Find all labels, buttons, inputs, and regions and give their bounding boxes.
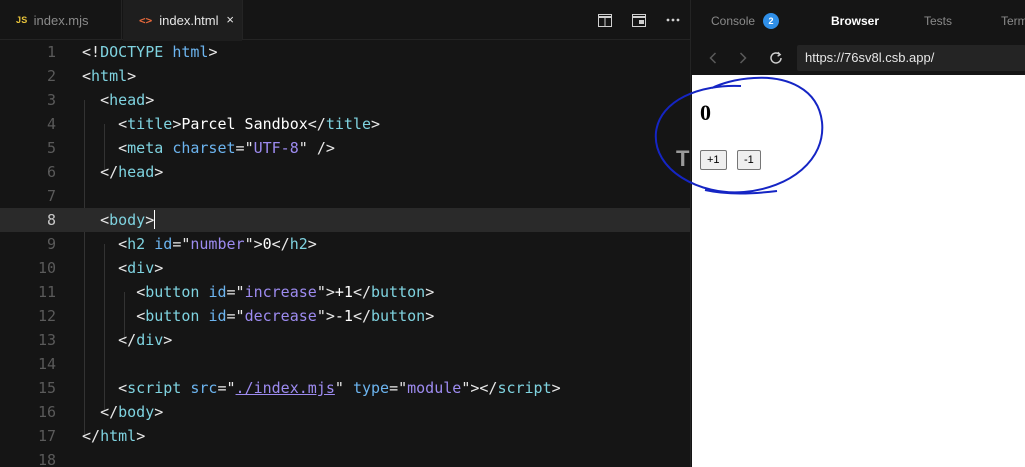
tab-label: Term [1001, 14, 1025, 28]
html-file-icon: <> [139, 13, 153, 27]
tab-label: index.mjs [33, 12, 89, 28]
code-line: 4 <title>Parcel Sandbox</title> [0, 112, 690, 136]
js-file-icon: JS [16, 15, 28, 25]
tab-tests[interactable]: Tests [924, 0, 952, 40]
line-number: 7 [46, 187, 56, 205]
split-editor-icon [598, 13, 612, 27]
code-text: </html> [82, 427, 146, 445]
tab-browser[interactable]: Browser [831, 0, 879, 40]
line-number: 11 [37, 283, 56, 301]
code-line: 13 </div> [0, 328, 690, 352]
preview-icon [632, 13, 646, 27]
tab-index-mjs[interactable]: JS index.mjs [0, 0, 122, 40]
line-number: 5 [46, 139, 56, 157]
line-number: 16 [37, 403, 56, 421]
line-number: 14 [37, 355, 56, 373]
code-text: <div> [118, 259, 164, 277]
line-number: 17 [37, 427, 56, 445]
tab-terminal[interactable]: Term [1001, 0, 1025, 40]
code-line: 1 <!DOCTYPE html> [0, 40, 690, 64]
code-line: 9 <h2 id="number">0</h2> [0, 232, 690, 256]
refresh-icon [770, 51, 782, 64]
url-input[interactable]: https://76sv8l.csb.app/ [797, 45, 1025, 71]
code-text: <html> [82, 67, 137, 85]
back-button[interactable] [701, 42, 725, 74]
editor-actions [588, 0, 690, 40]
code-text: <script src="./index.mjs" type="module">… [118, 379, 561, 397]
panel-tab-bar: Console 2 Browser Tests Term [691, 0, 1025, 40]
tab-console[interactable]: Console 2 [711, 0, 780, 40]
more-actions-button[interactable] [656, 0, 690, 40]
code-line: 10 <div> [0, 256, 690, 280]
line-number: 2 [46, 67, 56, 85]
line-number: 1 [46, 43, 56, 61]
code-text: </body> [100, 403, 164, 421]
line-number: 8 [46, 211, 56, 229]
code-text: </head> [100, 163, 164, 181]
code-text: </div> [118, 331, 173, 349]
browser-viewport: 0 +1 -1 [692, 75, 1025, 467]
code-line: 6 </head> [0, 160, 690, 184]
line-number: 9 [46, 235, 56, 253]
line-number: 4 [46, 115, 56, 133]
code-line: 18 [0, 448, 690, 467]
code-text: <h2 id="number">0</h2> [118, 235, 317, 253]
editor-tab-bar: JS index.mjs <> index.html × [0, 0, 690, 41]
text-cursor-icon: T [676, 146, 690, 171]
split-editor-button[interactable] [588, 0, 622, 40]
chevron-right-icon [739, 52, 747, 64]
more-icon [666, 18, 680, 22]
open-preview-button[interactable] [622, 0, 656, 40]
code-line: 11 <button id="increase">+1</button> [0, 280, 690, 304]
tab-label: Browser [831, 14, 880, 28]
code-text: <button id="decrease">-1</button> [136, 307, 435, 325]
close-tab-button[interactable]: × [226, 12, 234, 27]
tab-label: Console [711, 14, 756, 28]
code-editor: JS index.mjs <> index.html × 1 <!DOCTYPE … [0, 0, 690, 467]
code-line: 15 <script src="./index.mjs" type="modul… [0, 376, 690, 400]
tab-label: index.html [159, 12, 219, 28]
code-line: 16 </body> [0, 400, 690, 424]
address-bar: https://76sv8l.csb.app/ [691, 42, 1025, 74]
code-line: 17 </html> [0, 424, 690, 448]
code-line: 12 <button id="decrease">-1</button> [0, 304, 690, 328]
line-number: 3 [46, 91, 56, 109]
tab-label: Tests [924, 14, 953, 28]
code-text: <head> [100, 91, 155, 109]
code-text: <!DOCTYPE html> [82, 43, 218, 61]
console-count-badge: 2 [763, 13, 780, 29]
code-line: 14 [0, 352, 690, 376]
code-text: <body> [100, 210, 156, 229]
chevron-left-icon [709, 52, 717, 64]
code-text: <title>Parcel Sandbox</title> [118, 115, 381, 133]
code-area[interactable]: 1 <!DOCTYPE html> 2 <html> 3 <head> 4 <tit… [0, 40, 690, 467]
increase-button[interactable]: +1 [700, 150, 727, 170]
line-number: 10 [37, 259, 56, 277]
line-number: 18 [37, 451, 56, 467]
code-line: 5 <meta charset="UTF-8" /> [0, 136, 690, 160]
preview-panel: Console 2 Browser Tests Term https://76sv… [690, 0, 1025, 467]
tab-index-html[interactable]: <> index.html × [123, 0, 243, 41]
code-line: 7 [0, 184, 690, 208]
reload-button[interactable] [764, 42, 788, 74]
code-line: 3 <head> [0, 88, 690, 112]
line-number: 15 [37, 379, 56, 397]
decrease-button[interactable]: -1 [737, 150, 761, 170]
text-cursor [154, 210, 156, 229]
line-number: 6 [46, 163, 56, 181]
code-text: <button id="increase">+1</button> [136, 283, 435, 301]
code-line-active: 8 <body> [0, 208, 690, 232]
code-line: 2 <html> [0, 64, 690, 88]
line-number: 13 [37, 331, 56, 349]
forward-button[interactable] [731, 42, 755, 74]
counter-number: 0 [700, 100, 711, 125]
code-text: <meta charset="UTF-8" /> [118, 139, 335, 157]
line-number: 12 [37, 307, 56, 325]
